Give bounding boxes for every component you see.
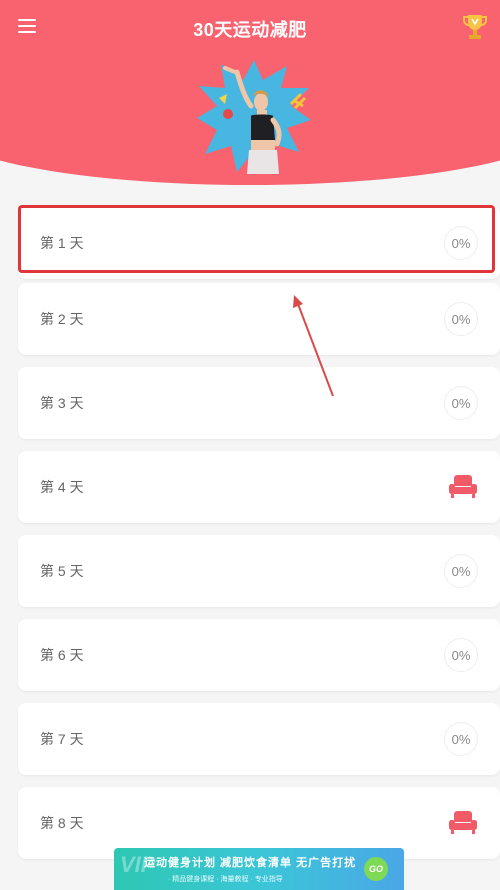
day-card-7[interactable]: 第 7 天 0% [18,703,500,775]
ad-banner[interactable]: VIP 运动健身计划 减肥饮食清单 无广告打扰 · 精品健身课程 · 海量教程 … [114,848,404,890]
sofa-icon [449,811,477,834]
progress-indicator: 0% [444,386,478,420]
day-label: 第 5 天 [40,563,84,579]
ad-subtext: · 精品健身课程 · 海量教程 · 专业指导 [168,876,283,883]
day-label: 第 8 天 [40,815,84,831]
progress-indicator: 0% [444,554,478,588]
progress-indicator: 0% [444,638,478,672]
day-card-3[interactable]: 第 3 天 0% [18,367,500,439]
day-label: 第 2 天 [40,311,84,327]
app-screen: 30天运动减肥 第 1 天 0% 第 2 天 0% 第 3 天 0% 第 4 天… [0,0,500,890]
day-label: 第 1 天 [40,235,84,251]
progress-indicator: 0% [444,722,478,756]
sofa-icon [449,475,477,498]
day-label: 第 4 天 [40,479,84,495]
day-card-1[interactable]: 第 1 天 0% [18,207,500,279]
header: 30天运动减肥 [0,0,500,185]
day-label: 第 3 天 [40,395,84,411]
day-card-4[interactable]: 第 4 天 [18,451,500,523]
day-label: 第 7 天 [40,731,84,747]
ad-go-button[interactable]: GO [364,857,388,881]
ad-headline: 运动健身计划 减肥饮食清单 无广告打扰 [144,857,357,869]
progress-indicator: 0% [444,302,478,336]
day-card-2[interactable]: 第 2 天 0% [18,283,500,355]
page-title: 30天运动减肥 [193,20,307,40]
day-label: 第 6 天 [40,647,84,663]
day-card-5[interactable]: 第 5 天 0% [18,535,500,607]
day-card-6[interactable]: 第 6 天 0% [18,619,500,691]
progress-indicator: 0% [444,226,478,260]
trophy-icon[interactable] [462,12,488,42]
hero-illustration [197,60,311,174]
